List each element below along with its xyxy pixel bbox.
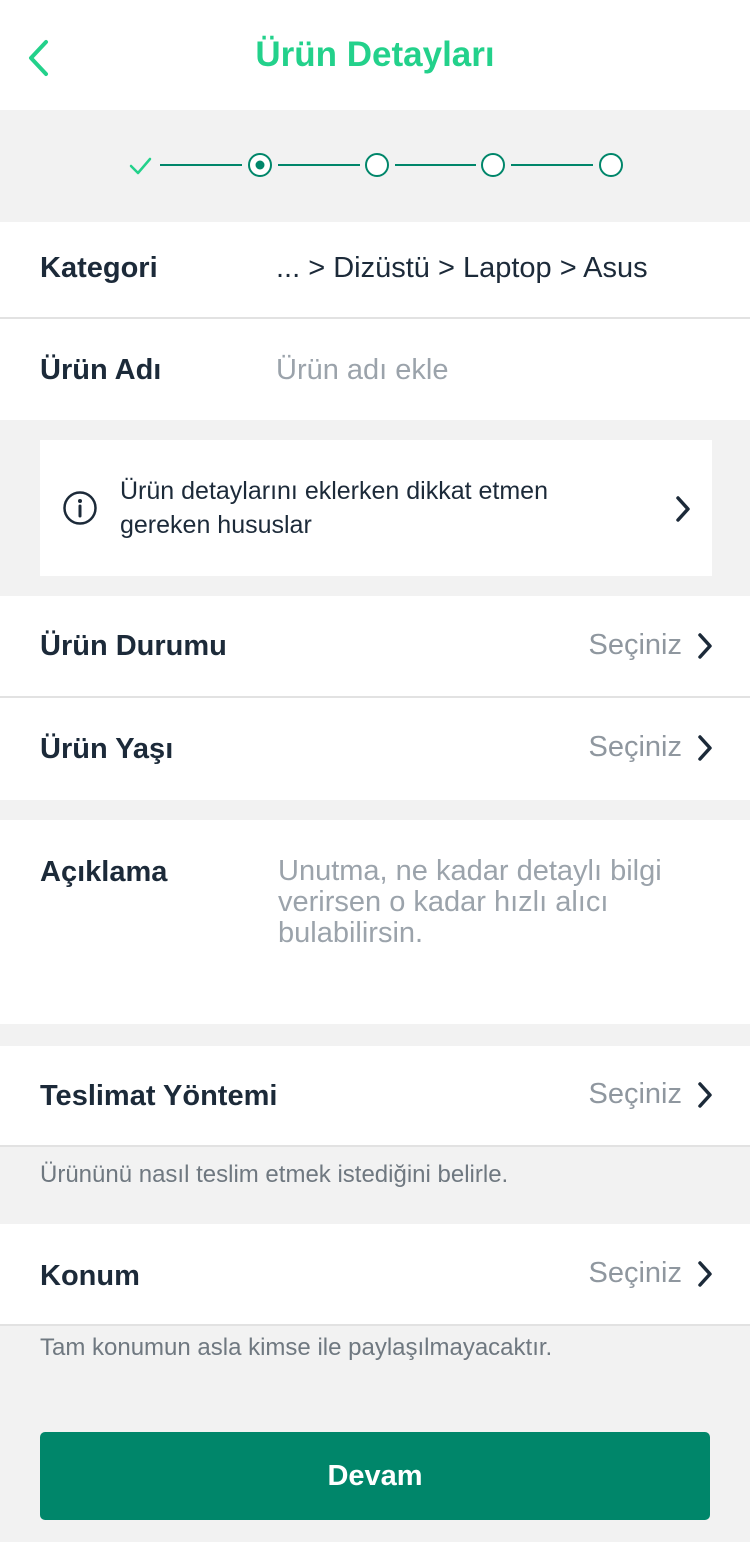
product-age-row[interactable]: Ürün Yaşı Seçiniz [0, 698, 750, 800]
divider [0, 1324, 750, 1326]
description-label: Açıklama [40, 856, 168, 888]
product-condition-label: Ürün Durumu [40, 630, 227, 662]
category-label: Kategori [40, 252, 158, 284]
select-placeholder: Seçiniz [588, 1078, 683, 1110]
top-bar: Ürün Detayları [0, 0, 750, 110]
step-4 [481, 153, 505, 177]
delivery-method-label: Teslimat Yöntemi [40, 1080, 278, 1112]
continue-button[interactable]: Devam [40, 1432, 710, 1520]
delivery-method-row[interactable]: Teslimat Yöntemi Seçiniz [0, 1046, 750, 1145]
location-row[interactable]: Konum Seçiniz [0, 1224, 750, 1324]
location-label: Konum [40, 1260, 140, 1292]
select-placeholder: Seçiniz [588, 1257, 683, 1289]
location-hint: Tam konumun asla kimse ile paylaşılmayac… [40, 1334, 553, 1361]
product-condition-row[interactable]: Ürün Durumu Seçiniz [0, 596, 750, 696]
step-1-check-icon [129, 157, 152, 175]
product-name-row: Ürün Adı Ürün adı ekle [0, 319, 750, 420]
chevron-right-icon [698, 734, 712, 761]
select-placeholder: Seçiniz [588, 731, 683, 763]
delivery-hint: Ürününü nasıl teslim etmek istediğini be… [40, 1161, 509, 1188]
info-card[interactable]: Ürün detaylarını eklerken dikkat etmen g… [40, 440, 712, 576]
description-textarea[interactable]: Unutma, ne kadar detaylı bilgi verirsen … [278, 856, 718, 949]
step-2-current [248, 153, 272, 177]
product-age-select[interactable]: Seçiniz [589, 731, 715, 764]
category-row[interactable]: Kategori ... > Dizüstü > Laptop > Asus [0, 222, 750, 317]
chevron-right-icon [698, 1260, 712, 1287]
chevron-right-icon [676, 496, 690, 522]
product-name-label: Ürün Adı [40, 354, 162, 386]
location-select[interactable]: Seçiniz [589, 1257, 715, 1290]
category-value: ... > Dizüstü > Laptop > Asus [276, 252, 648, 284]
info-text: Ürün detaylarını eklerken dikkat etmen g… [120, 477, 548, 539]
product-name-input[interactable]: Ürün adı ekle [276, 354, 449, 387]
product-age-label: Ürün Yaşı [40, 733, 174, 765]
info-icon [63, 491, 97, 525]
progress-stepper [0, 110, 750, 222]
divider [0, 1145, 750, 1147]
step-3 [365, 153, 389, 177]
product-condition-select[interactable]: Seçiniz [589, 629, 715, 662]
chevron-right-icon [698, 632, 712, 659]
delivery-method-select[interactable]: Seçiniz [589, 1078, 715, 1111]
step-5 [599, 153, 623, 177]
page-title: Ürün Detayları [255, 35, 495, 74]
select-placeholder: Seçiniz [588, 629, 683, 661]
chevron-right-icon [698, 1081, 712, 1108]
